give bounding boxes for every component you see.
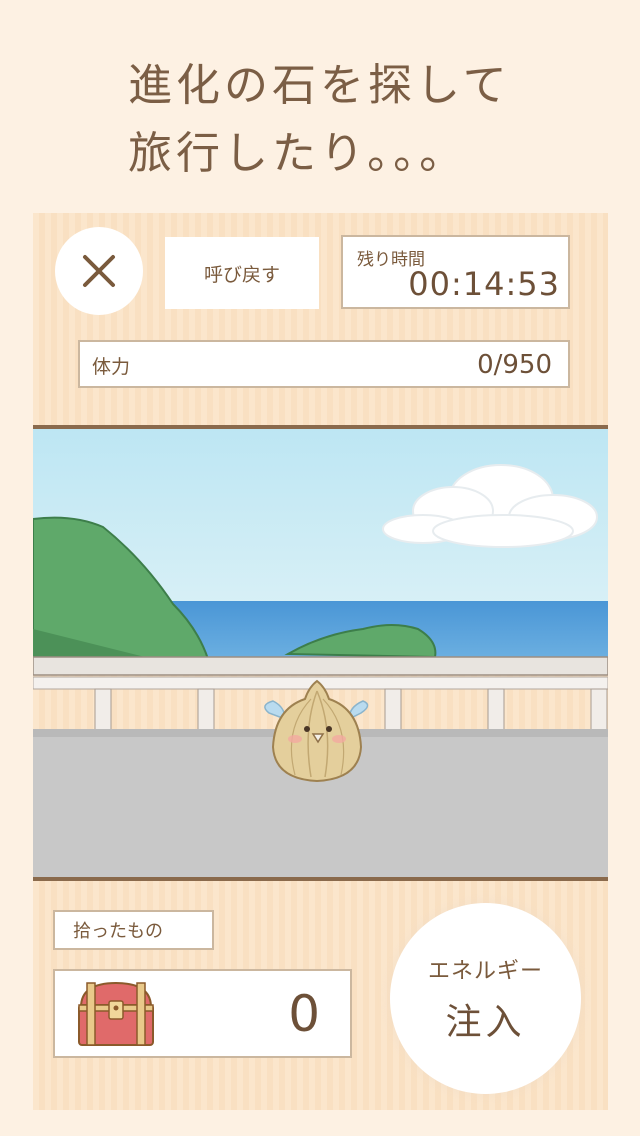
stamina-value: 0/950	[477, 350, 552, 380]
energy-button-small-label: エネルギー	[427, 958, 543, 984]
found-items-label: 拾ったもの	[53, 910, 214, 950]
headline-line-2: 旅行したり。。。	[128, 128, 468, 179]
stamina-label: 体力	[92, 356, 131, 378]
remaining-time-value: 00:14:53	[408, 265, 560, 303]
treasure-chest-icon	[78, 981, 154, 1046]
found-items-box[interactable]: 0	[53, 969, 352, 1058]
travel-scene	[33, 425, 608, 881]
onion-character	[264, 679, 369, 783]
stamina-bar: 体力 0/950	[78, 340, 570, 388]
recall-button[interactable]: 呼び戻す	[165, 237, 319, 309]
remaining-time-box: 残り時間 00:14:53	[341, 235, 570, 309]
close-button[interactable]	[55, 227, 143, 315]
headline-line-1: 進化の石を探して	[128, 60, 511, 111]
found-items-count: 0	[288, 985, 320, 1043]
game-panel: 呼び戻す 残り時間 00:14:53 体力 0/950 拾ったもの 0 エネルギ…	[33, 213, 608, 1110]
close-icon	[83, 255, 115, 287]
headline: 進化の石を探して 旅行したり。。。	[128, 52, 511, 188]
energy-button-big-label: 注入	[445, 1001, 526, 1043]
energy-inject-button[interactable]: エネルギー 注入	[390, 903, 581, 1094]
scene-illustration	[33, 429, 608, 877]
